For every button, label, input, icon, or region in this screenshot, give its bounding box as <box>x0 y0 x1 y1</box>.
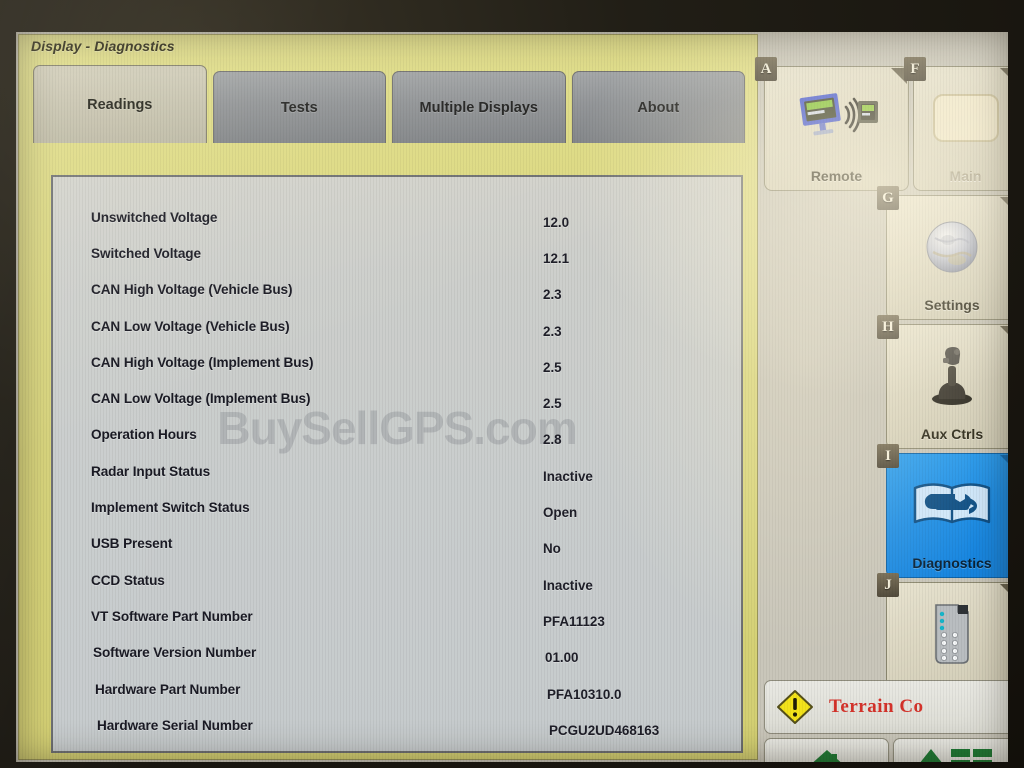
up-arrow-icon <box>918 747 944 762</box>
softkey-letter: I <box>877 444 899 468</box>
nav-row <box>764 738 1008 762</box>
main-screen-icon <box>914 67 1008 168</box>
reading-label: CAN Low Voltage (Implement Bus) <box>91 391 311 407</box>
warning-triangle-icon <box>775 688 815 726</box>
reading-value: 2.5 <box>543 396 562 412</box>
reading-label: Implement Switch Status <box>91 500 250 516</box>
reading-value: 2.5 <box>543 359 562 375</box>
reading-label: Radar Input Status <box>91 463 211 479</box>
softkey-letter: J <box>877 573 899 597</box>
softkey-diagnostics[interactable]: I Diagnostics <box>877 444 1008 578</box>
softkey-remote[interactable]: A Remote <box>755 57 909 191</box>
corner-fold-icon <box>1000 584 1008 600</box>
device-bezel: Display - Diagnostics Readings Tests Mul… <box>0 0 1024 768</box>
reading-value: Open <box>543 505 578 521</box>
alarm-status-button[interactable]: Terrain Co <box>764 680 1008 734</box>
reading-row: USB Present No <box>53 526 741 562</box>
reading-label: USB Present <box>91 536 173 552</box>
reading-value: Inactive <box>543 577 593 593</box>
globe-icon <box>887 196 1008 297</box>
corner-fold-icon <box>1000 197 1008 213</box>
softkey-column: A Remote F Main G Settings H Aux Ctrls I… <box>755 57 1008 711</box>
reading-label: CAN Low Voltage (Vehicle Bus) <box>91 318 290 334</box>
softkey-aux-ctrls[interactable]: H Aux Ctrls <box>877 315 1008 449</box>
reading-row: Unswitched Voltage 12.0 <box>53 199 741 235</box>
corner-fold-icon <box>1000 68 1008 84</box>
reading-row: VT Software Part Number PFA11123 <box>53 598 741 634</box>
softkey-label: Diagnostics <box>912 555 992 571</box>
tab-label: Tests <box>280 99 318 116</box>
remote-display-icon <box>765 67 908 168</box>
reading-row: CAN High Voltage (Vehicle Bus) 2.3 <box>53 272 741 308</box>
softkey-letter: H <box>877 315 899 339</box>
reading-row: Software Version Number 01.00 <box>53 635 741 671</box>
tab-label: Readings <box>87 96 153 113</box>
reading-row: CAN Low Voltage (Vehicle Bus) 2.3 <box>53 308 741 344</box>
reading-value: No <box>543 541 561 557</box>
corner-fold-icon <box>1000 455 1008 471</box>
window-title: Display - Diagnostics <box>31 38 175 54</box>
tab-strip: Readings Tests Multiple Displays About <box>33 65 745 143</box>
reading-label: Switched Voltage <box>91 245 201 261</box>
reading-row: Hardware Part Number PFA10310.0 <box>53 671 741 707</box>
reading-row: CAN High Voltage (Implement Bus) 2.5 <box>53 344 741 380</box>
reading-label: Hardware Part Number <box>95 681 241 697</box>
softkey-label: Aux Ctrls <box>920 426 984 442</box>
tab-readings[interactable]: Readings <box>33 65 207 143</box>
book-wrench-icon <box>887 454 1008 555</box>
page-up-list-button[interactable] <box>893 738 1008 762</box>
reading-label: VT Software Part Number <box>91 608 253 624</box>
reading-label: CAN High Voltage (Vehicle Bus) <box>91 282 293 298</box>
reading-row: Switched Voltage 12.1 <box>53 235 741 271</box>
keypad-icon <box>887 583 1008 684</box>
tab-multiple-displays[interactable]: Multiple Displays <box>392 71 566 143</box>
reading-row: Radar Input Status Inactive <box>53 453 741 489</box>
lcd-screen: Display - Diagnostics Readings Tests Mul… <box>16 32 1008 762</box>
softkey-label: Remote <box>810 168 863 184</box>
softkey-settings[interactable]: G Settings <box>877 186 1008 320</box>
reading-value: 2.8 <box>543 432 562 448</box>
reading-label: Unswitched Voltage <box>91 209 218 225</box>
reading-value: PCGU2UD468163 <box>549 722 660 738</box>
reading-label: CCD Status <box>91 572 165 588</box>
corner-fold-icon <box>1000 326 1008 342</box>
reading-value: 2.3 <box>543 323 562 339</box>
reading-value: 2.3 <box>543 287 562 303</box>
reading-value: PFA11123 <box>543 613 605 629</box>
softkey-letter: A <box>755 57 777 81</box>
grid-list-icon <box>950 747 994 762</box>
reading-value: 12.1 <box>543 250 570 266</box>
tab-label: About <box>637 99 680 116</box>
reading-row: CAN Low Voltage (Implement Bus) 2.5 <box>53 380 741 416</box>
bottom-bar: Terrain Co <box>764 680 1008 762</box>
tab-about[interactable]: About <box>571 71 745 143</box>
application-window: Display - Diagnostics Readings Tests Mul… <box>18 34 758 760</box>
softkey-letter: G <box>877 186 899 210</box>
reading-value: PFA10310.0 <box>547 686 622 702</box>
reading-label: Software Version Number <box>93 645 257 661</box>
readings-panel: BuySellGPS.com Unswitched Voltage 12.0 Swi… <box>51 175 743 753</box>
home-icon <box>806 747 848 762</box>
tab-tests[interactable]: Tests <box>212 71 386 143</box>
reading-value: 01.00 <box>545 650 579 666</box>
reading-value: 12.0 <box>543 214 570 230</box>
softkey-letter: F <box>904 57 926 81</box>
softkey-label: Main <box>949 168 982 184</box>
softkey-main[interactable]: F Main <box>904 57 1008 191</box>
readings-list: Unswitched Voltage 12.0 Switched Voltage 12… <box>53 177 741 743</box>
softkey-label: Settings <box>924 297 980 313</box>
reading-row: Hardware Serial Number PCGU2UD468163 <box>53 707 741 743</box>
tab-label: Multiple Displays <box>419 99 538 116</box>
reading-row: Operation Hours 2.8 <box>53 417 741 453</box>
alarm-text: Terrain Co <box>829 696 924 717</box>
reading-label: CAN High Voltage (Implement Bus) <box>91 354 314 370</box>
reading-row: CCD Status Inactive <box>53 562 741 598</box>
reading-label: Operation Hours <box>91 427 197 443</box>
reading-row: Implement Switch Status Open <box>53 489 741 525</box>
reading-value: Inactive <box>543 468 593 484</box>
reading-label: Hardware Serial Number <box>97 717 253 733</box>
home-button[interactable] <box>764 738 889 762</box>
joystick-icon <box>887 325 1008 426</box>
